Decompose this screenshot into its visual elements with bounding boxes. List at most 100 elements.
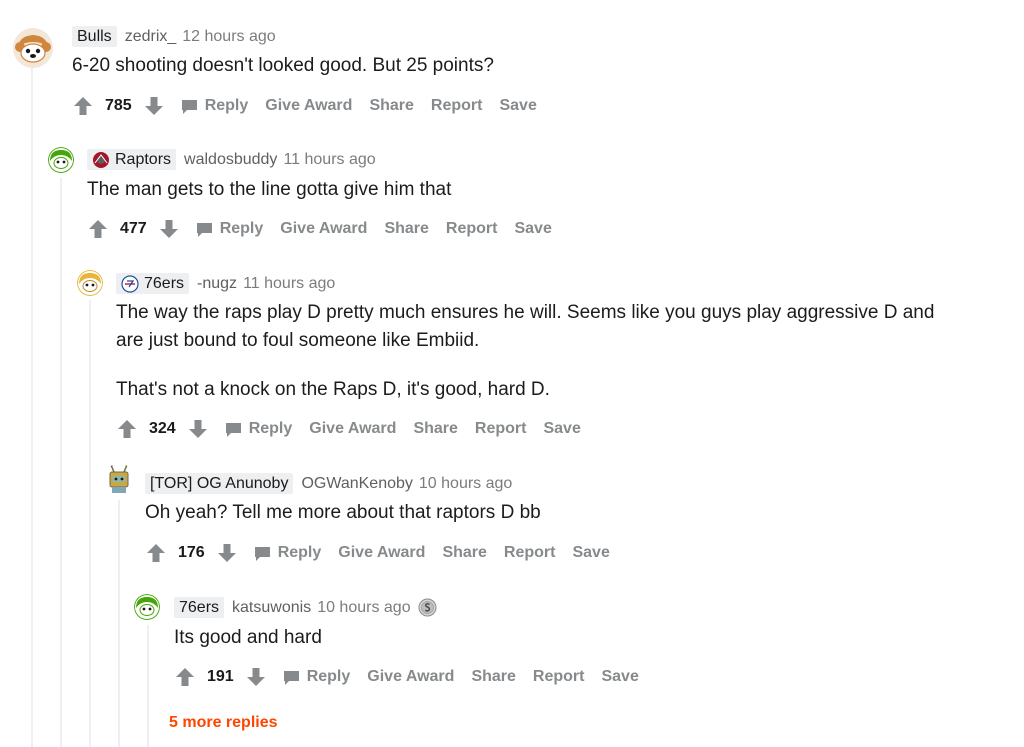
share-button[interactable]: Share (413, 420, 457, 438)
report-button[interactable]: Report (475, 420, 527, 438)
comment-paragraph: Oh yeah? Tell me more about that raptors… (145, 502, 541, 523)
save-button[interactable]: Save (601, 668, 638, 686)
give-award-button[interactable]: Give Award (367, 668, 454, 686)
comment-body: The man gets to the line gotta give him … (87, 176, 957, 204)
username-link[interactable]: OGWanKenoby (301, 475, 412, 493)
upvote-icon[interactable] (117, 419, 137, 439)
vote-score: 324 (149, 420, 176, 437)
report-button[interactable]: Report (504, 544, 556, 562)
reply-button[interactable]: Reply (283, 668, 351, 686)
comment-actions: 191 Reply Give Award Share Report Save (175, 663, 656, 691)
comment-body: 6-20 shooting doesn't looked good. But 2… (72, 52, 952, 80)
comment-body: The way the raps play D pretty much ensu… (116, 299, 956, 404)
comment-paragraph: Its good and hard (174, 627, 322, 648)
comment-timestamp[interactable]: 11 hours ago (283, 151, 375, 169)
give-award-button[interactable]: Give Award (265, 97, 352, 115)
comment-thread: Bulls zedrix_ 12 hours ago 6-20 shooting… (0, 0, 1024, 747)
downvote-icon[interactable] (159, 219, 179, 239)
share-button[interactable]: Share (369, 97, 413, 115)
comment-timestamp[interactable]: 10 hours ago (419, 475, 512, 493)
save-button[interactable]: Save (514, 220, 551, 238)
comment-bubble-icon (283, 670, 299, 685)
user-flair[interactable]: Raptors (87, 149, 177, 170)
downvote-icon[interactable] (144, 96, 164, 116)
user-flair[interactable]: 76ers (116, 273, 190, 294)
share-button[interactable]: Share (471, 668, 515, 686)
vote-score: 785 (105, 97, 132, 114)
thread-line-level-2[interactable] (89, 300, 91, 747)
save-button[interactable]: Save (499, 97, 536, 115)
comment-paragraph: The way the raps play D pretty much ensu… (116, 302, 935, 351)
comment-bubble-icon (225, 422, 241, 437)
upvote-icon[interactable] (175, 667, 195, 687)
comment-meta: 76ers katsuwonis 10 hours ago (174, 597, 437, 618)
snoo-green-avatar-icon[interactable] (48, 147, 74, 173)
reply-button[interactable]: Reply (225, 420, 292, 438)
comment-bubble-icon (254, 546, 270, 561)
comment-body: Its good and hard (174, 624, 934, 652)
comment-meta: Raptors waldosbuddy 11 hours ago (87, 149, 376, 170)
save-button[interactable]: Save (572, 544, 609, 562)
report-button[interactable]: Report (533, 668, 585, 686)
comment-meta: 76ers -nugz 11 hours ago (116, 273, 335, 294)
flair-label: [TOR] OG Anunoby (150, 474, 289, 492)
reply-label: Reply (306, 668, 351, 685)
more-replies-link[interactable]: 5 more replies (169, 714, 278, 732)
flair-label: Bulls (77, 27, 112, 45)
silver-award-icon[interactable] (418, 598, 437, 617)
comment-timestamp[interactable]: 10 hours ago (317, 599, 410, 617)
thread-line-level-4[interactable] (147, 625, 149, 747)
share-button[interactable]: Share (384, 220, 428, 238)
comment-actions: 785 Reply Give Award Share Report Save (73, 92, 554, 120)
upvote-icon[interactable] (88, 219, 108, 239)
comment-bubble-icon (181, 99, 197, 114)
comment-body: Oh yeah? Tell me more about that raptors… (145, 499, 945, 527)
comment-meta: [TOR] OG Anunoby OGWanKenoby 10 hours ag… (145, 473, 512, 494)
comment-paragraph: 6-20 shooting doesn't looked good. But 2… (72, 55, 494, 76)
comment-timestamp[interactable]: 12 hours ago (182, 28, 275, 46)
reply-button[interactable]: Reply (181, 97, 248, 115)
reply-label: Reply (277, 544, 322, 561)
upvote-icon[interactable] (73, 96, 93, 116)
thread-line-level-3[interactable] (118, 500, 120, 747)
reply-label: Reply (219, 220, 264, 237)
upvote-icon[interactable] (146, 543, 166, 563)
user-flair[interactable]: [TOR] OG Anunoby (145, 473, 294, 494)
snoo-green-avatar-icon[interactable] (134, 594, 160, 620)
reply-button[interactable]: Reply (254, 544, 322, 562)
give-award-button[interactable]: Give Award (280, 220, 367, 238)
give-award-button[interactable]: Give Award (338, 544, 425, 562)
snoo-orange-avatar-icon[interactable] (12, 27, 54, 69)
report-button[interactable]: Report (431, 97, 483, 115)
username-link[interactable]: waldosbuddy (184, 151, 277, 169)
reply-button[interactable]: Reply (196, 220, 264, 238)
username-link[interactable]: -nugz (197, 275, 237, 293)
snoo-robot-avatar-icon[interactable] (105, 463, 133, 495)
user-flair[interactable]: Bulls (72, 26, 117, 47)
vote-score: 477 (120, 220, 147, 237)
vote-score: 176 (178, 544, 205, 561)
raptors-logo-icon (93, 151, 109, 168)
thread-line-level-0[interactable] (31, 68, 33, 747)
username-link[interactable]: katsuwonis (232, 599, 311, 617)
flair-label: Raptors (115, 150, 172, 168)
snoo-yellow-avatar-icon[interactable] (77, 270, 103, 296)
share-button[interactable]: Share (442, 544, 486, 562)
downvote-icon[interactable] (246, 667, 266, 687)
downvote-icon[interactable] (188, 419, 208, 439)
thread-line-level-1[interactable] (60, 178, 62, 747)
downvote-icon[interactable] (217, 543, 237, 563)
comment-timestamp[interactable]: 11 hours ago (243, 275, 335, 293)
user-flair[interactable]: 76ers (174, 597, 225, 618)
username-link[interactable]: zedrix_ (125, 28, 177, 46)
comment-actions: 477 Reply Give Award Share Report Save (88, 215, 569, 243)
comment-actions: 176 Reply Give Award Share Report Save (146, 539, 627, 567)
76ers-logo-icon (121, 274, 139, 293)
comment-actions: 324 Reply Give Award Share Report Save (117, 415, 598, 443)
report-button[interactable]: Report (446, 220, 498, 238)
comment-meta: Bulls zedrix_ 12 hours ago (72, 26, 276, 47)
give-award-button[interactable]: Give Award (309, 420, 396, 438)
save-button[interactable]: Save (543, 420, 580, 438)
comment-paragraph: The man gets to the line gotta give him … (87, 179, 452, 200)
comment-paragraph: That's not a knock on the Raps D, it's g… (116, 379, 550, 400)
